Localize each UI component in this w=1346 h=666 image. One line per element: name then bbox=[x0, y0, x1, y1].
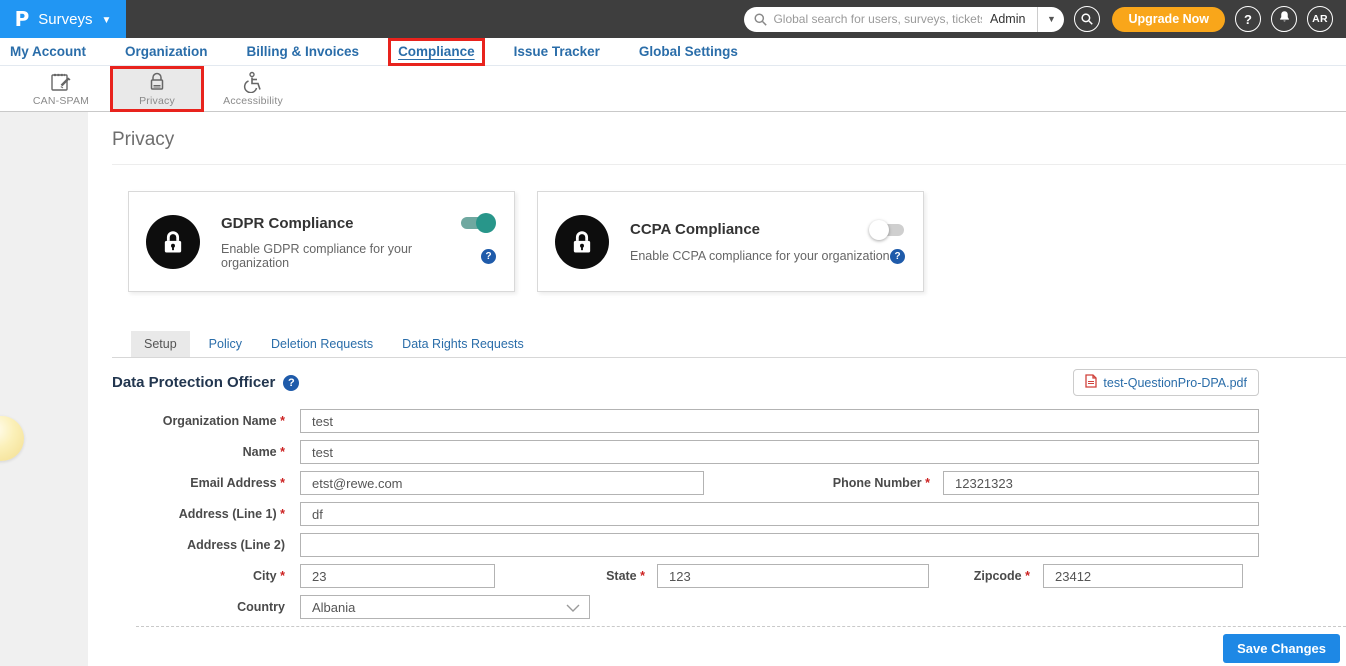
tab-data-rights-requests[interactable]: Data Rights Requests bbox=[392, 331, 534, 357]
canspam-icon bbox=[49, 71, 73, 93]
dpa-attachment-link[interactable]: test-QuestionPro-DPA.pdf bbox=[1073, 369, 1259, 396]
form-row-organization: Organization Name * bbox=[112, 409, 1259, 433]
compliance-subnav: CAN-SPAM Privacy Accessibility bbox=[0, 66, 1346, 112]
accessibility-icon bbox=[241, 71, 265, 93]
compliance-cards: GDPR Compliance Enable GDPR compliance f… bbox=[128, 191, 1346, 292]
email-input[interactable] bbox=[300, 471, 704, 495]
nav-global-settings[interactable]: Global Settings bbox=[639, 44, 738, 59]
ccpa-card: CCPA Compliance Enable CCPA compliance f… bbox=[537, 191, 924, 292]
form-row-email-phone: Email Address * Phone Number * bbox=[112, 471, 1259, 495]
title-divider bbox=[112, 164, 1346, 165]
organization-name-input[interactable] bbox=[300, 409, 1259, 433]
attachment-filename: test-QuestionPro-DPA.pdf bbox=[1103, 376, 1247, 390]
tab-policy[interactable]: Policy bbox=[199, 331, 252, 357]
address1-label: Address (Line 1) * bbox=[112, 507, 300, 521]
product-name: Surveys bbox=[38, 11, 92, 28]
subnav-accessibility[interactable]: Accessibility bbox=[206, 66, 300, 112]
subnav-privacy[interactable]: Privacy bbox=[110, 66, 204, 112]
pdf-icon bbox=[1085, 374, 1097, 391]
notifications-button[interactable] bbox=[1271, 6, 1297, 32]
nav-compliance-wrap: Compliance bbox=[398, 43, 475, 61]
form-row-name: Name * bbox=[112, 440, 1259, 464]
page-title: Privacy bbox=[112, 112, 1346, 151]
zipcode-input[interactable] bbox=[1043, 564, 1243, 588]
tab-deletion-requests[interactable]: Deletion Requests bbox=[261, 331, 383, 357]
address1-input[interactable] bbox=[300, 502, 1259, 526]
city-input[interactable] bbox=[300, 564, 495, 588]
form-row-city-state-zip: City * State * Zipcode * bbox=[112, 564, 1259, 588]
form-row-address1: Address (Line 1) * bbox=[112, 502, 1259, 526]
help-button[interactable]: ? bbox=[1235, 6, 1261, 32]
subnav-label: Privacy bbox=[139, 95, 175, 107]
organization-name-label: Organization Name * bbox=[112, 414, 300, 428]
nav-compliance[interactable]: Compliance bbox=[398, 44, 475, 59]
main-area: Privacy GDPR Compliance Enable GDPR comp… bbox=[0, 112, 1346, 666]
zipcode-label: Zipcode * bbox=[929, 569, 1043, 583]
ccpa-card-description: Enable CCPA compliance for your organiza… bbox=[630, 249, 890, 263]
phone-input[interactable] bbox=[943, 471, 1259, 495]
address2-label: Address (Line 2) bbox=[112, 538, 300, 552]
dpo-section: Data Protection Officer ? test-QuestionP… bbox=[112, 369, 1346, 619]
chevron-down-icon: ▼ bbox=[101, 15, 111, 26]
admin-nav: My Account Organization Billing & Invoic… bbox=[0, 38, 1346, 66]
privacy-page: Privacy GDPR Compliance Enable GDPR comp… bbox=[88, 112, 1346, 666]
floating-widget-bubble[interactable] bbox=[0, 416, 24, 461]
subnav-can-spam[interactable]: CAN-SPAM bbox=[14, 66, 108, 112]
city-label: City * bbox=[112, 569, 300, 583]
search-icon bbox=[754, 13, 767, 26]
save-changes-button[interactable]: Save Changes bbox=[1223, 634, 1340, 663]
search-scope-dropdown[interactable]: ▼ bbox=[1038, 14, 1064, 24]
search-scope-label: Admin bbox=[982, 12, 1037, 26]
global-search: Admin ▼ bbox=[744, 7, 1064, 32]
tab-setup[interactable]: Setup bbox=[131, 331, 190, 357]
bell-icon bbox=[1278, 10, 1291, 28]
gdpr-tabs: Setup Policy Deletion Requests Data Righ… bbox=[112, 331, 1346, 358]
form-row-country: Country Albania bbox=[112, 595, 1259, 619]
nav-billing-invoices[interactable]: Billing & Invoices bbox=[247, 44, 360, 59]
gdpr-lock-icon bbox=[146, 215, 200, 269]
email-label: Email Address * bbox=[112, 476, 300, 490]
gdpr-help-icon[interactable]: ? bbox=[481, 249, 496, 264]
gdpr-card-title: GDPR Compliance bbox=[221, 215, 354, 232]
country-selected-value: Albania bbox=[312, 600, 355, 615]
nav-issue-tracker[interactable]: Issue Tracker bbox=[514, 44, 600, 59]
phone-label: Phone Number * bbox=[704, 476, 943, 490]
section-title: Data Protection Officer bbox=[112, 374, 275, 391]
dpo-help-icon[interactable]: ? bbox=[283, 375, 299, 391]
chevron-down-icon bbox=[566, 600, 580, 615]
state-label: State * bbox=[495, 569, 657, 583]
address2-input[interactable] bbox=[300, 533, 1259, 557]
search-button[interactable] bbox=[1074, 6, 1100, 32]
gdpr-card-description: Enable GDPR compliance for your organiza… bbox=[221, 242, 481, 270]
dpo-form: Organization Name * Name * Email Address… bbox=[112, 409, 1259, 619]
gdpr-toggle[interactable] bbox=[460, 213, 496, 233]
ccpa-toggle[interactable] bbox=[869, 220, 905, 240]
country-select[interactable]: Albania bbox=[300, 595, 590, 619]
questionpro-logo-icon: P bbox=[15, 7, 30, 31]
top-bar: P Surveys ▼ Admin ▼ Upgrade Now ? AR bbox=[0, 0, 1346, 38]
name-input[interactable] bbox=[300, 440, 1259, 464]
name-label: Name * bbox=[112, 445, 300, 459]
subnav-label: CAN-SPAM bbox=[33, 95, 89, 107]
nav-my-account[interactable]: My Account bbox=[10, 44, 86, 59]
lock-icon bbox=[146, 71, 168, 93]
user-avatar[interactable]: AR bbox=[1307, 6, 1333, 32]
form-row-address2: Address (Line 2) bbox=[112, 533, 1259, 557]
state-input[interactable] bbox=[657, 564, 929, 588]
ccpa-card-title: CCPA Compliance bbox=[630, 221, 760, 238]
gdpr-card: GDPR Compliance Enable GDPR compliance f… bbox=[128, 191, 515, 292]
upgrade-now-button[interactable]: Upgrade Now bbox=[1112, 7, 1225, 32]
nav-organization[interactable]: Organization bbox=[125, 44, 208, 59]
country-label: Country bbox=[112, 600, 300, 614]
global-search-input[interactable] bbox=[773, 12, 982, 26]
product-switcher[interactable]: P Surveys ▼ bbox=[0, 0, 126, 38]
ccpa-help-icon[interactable]: ? bbox=[890, 249, 905, 264]
ccpa-lock-icon bbox=[555, 215, 609, 269]
subnav-label: Accessibility bbox=[223, 95, 283, 107]
